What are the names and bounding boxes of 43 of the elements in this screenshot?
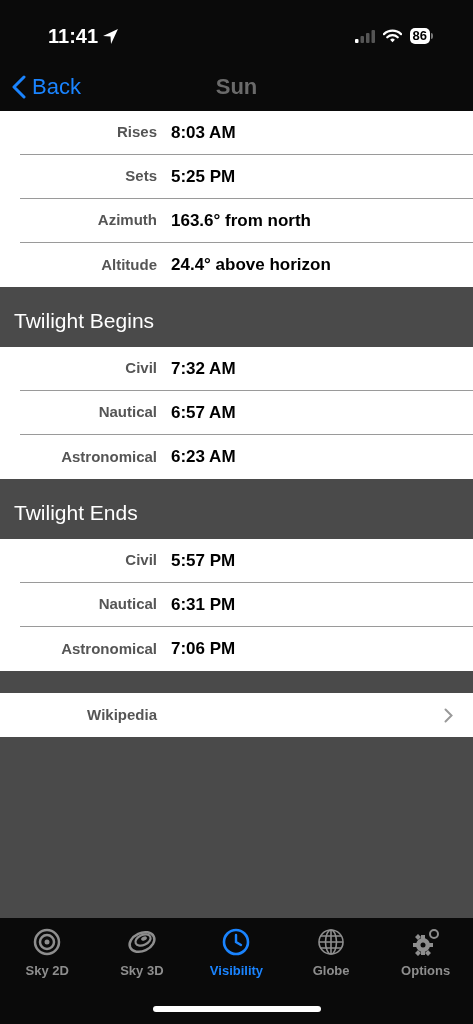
- battery-level: 86: [409, 28, 430, 44]
- clock-icon: [222, 928, 251, 956]
- row-label: Nautical: [97, 402, 157, 423]
- row-value: 6:23 AM: [171, 446, 236, 469]
- row-value: 7:32 AM: [171, 357, 236, 380]
- row-label: Civil: [124, 358, 157, 379]
- row-label: Civil: [124, 550, 157, 571]
- section-header: Twilight Begins: [14, 307, 155, 334]
- back-button[interactable]: Back: [0, 70, 81, 103]
- row-label: Sets: [124, 166, 157, 187]
- row-value: 5:57 PM: [171, 549, 236, 572]
- row-value: 6:57 AM: [171, 401, 236, 424]
- row-label: Azimuth: [96, 210, 157, 231]
- signal-icon: [354, 29, 375, 43]
- row-value: 24.4° above horizon: [171, 254, 331, 277]
- row-label: Astronomical: [60, 638, 157, 659]
- row-label: Wikipedia: [86, 704, 157, 725]
- tab[interactable]: Options: [378, 928, 473, 986]
- tilted-rings-icon: [126, 928, 157, 956]
- status-time: 11:41: [48, 24, 99, 49]
- row-label: Rises: [115, 122, 157, 143]
- tab[interactable]: Sky 2D: [0, 928, 95, 986]
- screen-title: Sun: [215, 73, 258, 101]
- back-chevron-icon: [12, 74, 26, 99]
- gears-icon: [411, 928, 440, 956]
- tab[interactable]: Visibility: [189, 928, 284, 986]
- chevron-right-icon: [444, 707, 453, 723]
- wikipedia-row[interactable]: Wikipedia: [0, 693, 473, 737]
- row-label: Astronomical: [60, 446, 157, 467]
- tab[interactable]: Globe: [283, 928, 379, 986]
- row-value: 6:31 PM: [171, 593, 236, 616]
- row-label: Altitude: [100, 254, 157, 275]
- row-value: 8:03 AM: [171, 121, 236, 144]
- wifi-icon: [382, 29, 402, 43]
- tab[interactable]: Sky 3D: [94, 928, 190, 986]
- row-value: 163.6° from north: [171, 209, 311, 232]
- row-value: 7:06 PM: [171, 638, 236, 661]
- location-arrow-icon: [102, 27, 120, 45]
- concentric-circles-icon: [33, 928, 62, 956]
- row-label: Nautical: [97, 594, 157, 615]
- row-value: 5:25 PM: [171, 165, 236, 188]
- globe-icon: [317, 928, 346, 956]
- section-header: Twilight Ends: [14, 499, 138, 526]
